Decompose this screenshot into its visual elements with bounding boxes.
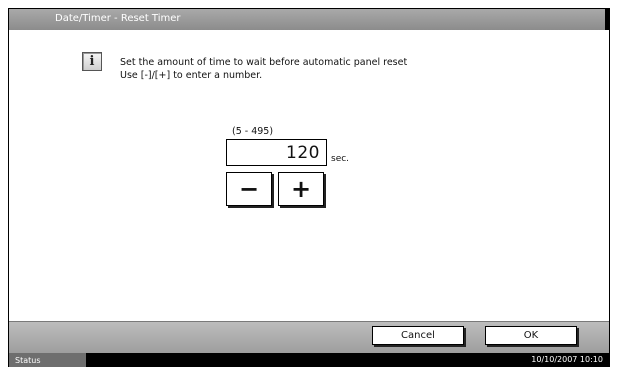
increment-button[interactable]: + [278, 172, 324, 206]
info-icon: i [82, 52, 102, 71]
decrement-button[interactable]: − [226, 172, 272, 206]
instruction-text-line1: Set the amount of time to wait before au… [120, 57, 408, 68]
ok-button[interactable]: OK [485, 326, 577, 345]
status-bar: Status 10/10/2007 10:10 [9, 353, 609, 367]
plus-icon: + [290, 175, 312, 203]
window-title: Date/Timer - Reset Timer [55, 13, 181, 24]
value-range-label: (5 - 495) [232, 126, 274, 137]
instruction-text-line2: Use [-]/[+] to enter a number. [120, 70, 263, 81]
reset-timer-value-field[interactable]: 120 [226, 139, 327, 166]
reset-timer-value: 120 [286, 142, 320, 163]
cancel-button[interactable]: Cancel [372, 326, 464, 345]
minus-icon: − [238, 175, 260, 203]
status-datetime: 10/10/2007 10:10 [531, 355, 603, 364]
unit-label: sec. [331, 154, 350, 164]
status-tab[interactable]: Status [9, 353, 86, 367]
title-bar: Date/Timer - Reset Timer [9, 9, 609, 31]
